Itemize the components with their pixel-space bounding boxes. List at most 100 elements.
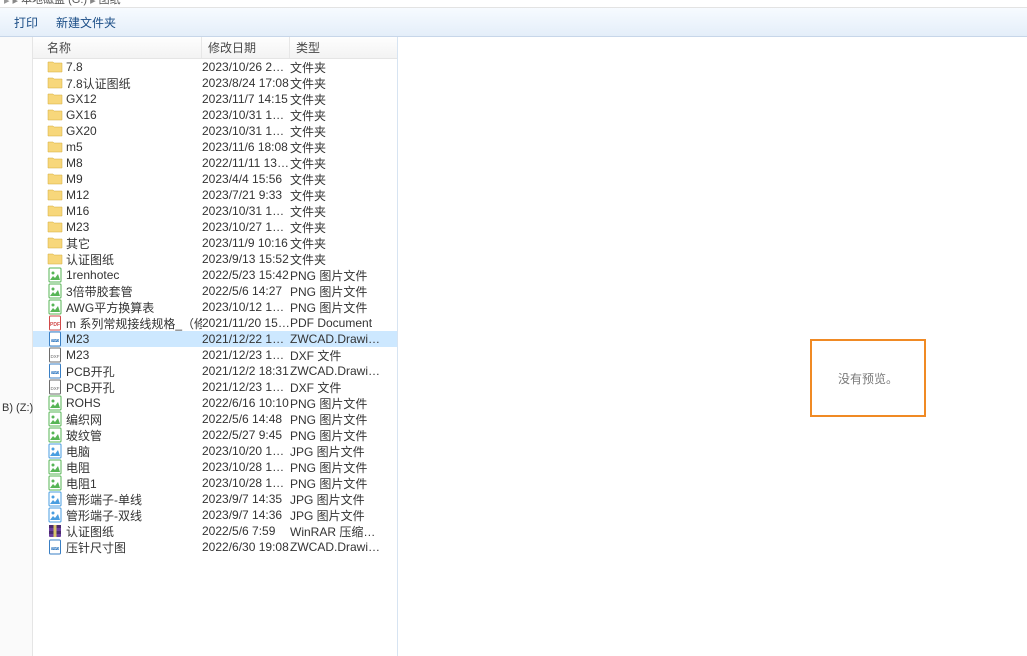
- folder-icon: [47, 187, 63, 203]
- file-row[interactable]: ROHS 2022/6/16 10:10PNG 图片文件: [33, 395, 397, 411]
- file-row[interactable]: 1renhotec2022/5/23 15:42PNG 图片文件: [33, 267, 397, 283]
- dwg-icon: DWG: [47, 331, 63, 347]
- file-date: 2023/9/7 14:35: [202, 492, 290, 506]
- file-row[interactable]: GX162023/10/31 18:55文件夹: [33, 107, 397, 123]
- chevron-right-icon: ▸: [10, 0, 22, 7]
- file-row[interactable]: m52023/11/6 18:08文件夹: [33, 139, 397, 155]
- file-row[interactable]: M9 2023/4/4 15:56文件夹: [33, 171, 397, 187]
- column-type[interactable]: 类型: [290, 37, 380, 58]
- dwg-icon: DWG: [47, 539, 63, 555]
- file-type: 文件夹: [290, 75, 380, 92]
- file-date: 2021/11/20 15:49: [202, 316, 290, 330]
- file-date: 2023/4/4 15:56: [202, 172, 290, 186]
- nav-tree[interactable]: B) (Z:): [0, 37, 33, 656]
- file-name: GX12: [66, 92, 97, 106]
- file-row[interactable]: 其它2023/11/9 10:16文件夹: [33, 235, 397, 251]
- file-row[interactable]: 7.8认证图纸2023/8/24 17:08文件夹: [33, 75, 397, 91]
- folder-icon: [47, 91, 63, 107]
- rar-icon: [47, 523, 63, 539]
- file-row[interactable]: GX122023/11/7 14:15文件夹: [33, 91, 397, 107]
- breadcrumb[interactable]: ▸ ▸ 本地磁盘 (G:) ▸ 图纸: [0, 0, 1027, 8]
- file-name: 管形端子-双线: [66, 507, 142, 524]
- file-row[interactable]: DWGPCB开孔2021/12/2 18:31ZWCAD.Drawing: [33, 363, 397, 379]
- file-row[interactable]: 编织网2022/5/6 14:48PNG 图片文件: [33, 411, 397, 427]
- file-name: AWG平方换算表: [66, 299, 154, 316]
- file-row[interactable]: 3倍带胶套管2022/5/6 14:27PNG 图片文件: [33, 283, 397, 299]
- file-date: 2023/10/31 18:55: [202, 124, 290, 138]
- file-name: 管形端子-单线: [66, 491, 142, 508]
- column-date[interactable]: 修改日期: [202, 37, 290, 58]
- breadcrumb-item[interactable]: 图纸: [99, 0, 121, 7]
- file-row[interactable]: AWG平方换算表2023/10/12 15:11PNG 图片文件: [33, 299, 397, 315]
- file-name: M8: [66, 156, 83, 170]
- file-type: PNG 图片文件: [290, 475, 380, 492]
- file-type: 文件夹: [290, 171, 380, 188]
- file-type: JPG 图片文件: [290, 491, 380, 508]
- file-name: 电脑: [66, 443, 90, 460]
- file-row[interactable]: 管形端子-单线 2023/9/7 14:35JPG 图片文件: [33, 491, 397, 507]
- file-name: 1renhotec: [66, 268, 119, 282]
- file-name: M12: [66, 188, 89, 202]
- file-type: 文件夹: [290, 123, 380, 140]
- file-name: M23: [66, 332, 89, 346]
- toolbar: 打印 新建文件夹: [0, 8, 1027, 37]
- file-list[interactable]: 7.82023/10/26 20:22文件夹7.8认证图纸2023/8/24 1…: [33, 59, 397, 656]
- file-name: M9: [66, 172, 83, 186]
- file-row[interactable]: M232023/10/27 18:44文件夹: [33, 219, 397, 235]
- svg-text:DXF: DXF: [51, 386, 60, 391]
- file-type: 文件夹: [290, 91, 380, 108]
- no-preview-text: 没有预览。: [838, 370, 898, 387]
- file-type: PNG 图片文件: [290, 395, 380, 412]
- file-row[interactable]: 电脑2023/10/20 16:53JPG 图片文件: [33, 443, 397, 459]
- print-button[interactable]: 打印: [14, 14, 38, 31]
- jpg-icon: [47, 491, 63, 507]
- file-type: DXF 文件: [290, 379, 380, 396]
- file-date: 2023/8/24 17:08: [202, 76, 290, 90]
- file-date: 2023/11/6 18:08: [202, 140, 290, 154]
- file-name: GX16: [66, 108, 97, 122]
- file-row[interactable]: 电阻2023/10/28 14:47PNG 图片文件: [33, 459, 397, 475]
- file-row[interactable]: 电阻12023/10/28 14:48PNG 图片文件: [33, 475, 397, 491]
- file-name: M16: [66, 204, 89, 218]
- file-date: 2022/6/16 10:10: [202, 396, 290, 410]
- file-name: 电阻1: [66, 475, 97, 492]
- file-name: M23: [66, 220, 89, 234]
- file-row[interactable]: DXFPCB开孔2021/12/23 17:45DXF 文件: [33, 379, 397, 395]
- new-folder-button[interactable]: 新建文件夹: [56, 14, 116, 31]
- file-date: 2023/10/26 20:22: [202, 60, 290, 74]
- file-type: 文件夹: [290, 251, 380, 268]
- folder-icon: [47, 203, 63, 219]
- file-row[interactable]: DXFM232021/12/23 17:45DXF 文件: [33, 347, 397, 363]
- file-row[interactable]: 认证图纸2023/9/13 15:52文件夹: [33, 251, 397, 267]
- file-date: 2023/7/21 9:33: [202, 188, 290, 202]
- file-date: 2021/12/2 18:31: [202, 364, 290, 378]
- file-row[interactable]: DWGM232021/12/22 18:07ZWCAD.Drawing: [33, 331, 397, 347]
- file-type: ZWCAD.Drawing: [290, 540, 380, 554]
- nav-drive-z[interactable]: B) (Z:): [0, 397, 33, 419]
- file-row[interactable]: 7.82023/10/26 20:22文件夹: [33, 59, 397, 75]
- file-row[interactable]: M162023/10/31 16:08文件夹: [33, 203, 397, 219]
- file-row[interactable]: M122023/7/21 9:33文件夹: [33, 187, 397, 203]
- file-date: 2022/5/6 14:48: [202, 412, 290, 426]
- dxf-icon: DXF: [47, 379, 63, 395]
- file-row[interactable]: GX202023/10/31 18:55文件夹: [33, 123, 397, 139]
- file-name: ROHS: [66, 396, 101, 410]
- png-icon: [47, 427, 63, 443]
- breadcrumb-item[interactable]: 本地磁盘 (G:): [21, 0, 87, 7]
- file-date: 2023/9/7 14:36: [202, 508, 290, 522]
- column-name[interactable]: 名称: [33, 37, 202, 58]
- folder-icon: [47, 107, 63, 123]
- file-row[interactable]: 玻纹管2022/5/27 9:45PNG 图片文件: [33, 427, 397, 443]
- folder-icon: [47, 219, 63, 235]
- folder-icon: [47, 75, 63, 91]
- file-row[interactable]: 认证图纸2022/5/6 7:59WinRAR 压缩文...: [33, 523, 397, 539]
- file-row[interactable]: M82022/11/11 13:56文件夹: [33, 155, 397, 171]
- file-name: 编织网: [66, 411, 102, 428]
- file-date: 2022/5/27 9:45: [202, 428, 290, 442]
- file-date: 2023/10/31 18:55: [202, 108, 290, 122]
- file-row[interactable]: DWG压针尺寸图2022/6/30 19:08ZWCAD.Drawing: [33, 539, 397, 555]
- file-type: PNG 图片文件: [290, 427, 380, 444]
- file-row[interactable]: PDFm 系列常规接线规格_（修订版）2021/11/20 15:49PDF D…: [33, 315, 397, 331]
- png-icon: [47, 411, 63, 427]
- file-row[interactable]: 管形端子-双线2023/9/7 14:36JPG 图片文件: [33, 507, 397, 523]
